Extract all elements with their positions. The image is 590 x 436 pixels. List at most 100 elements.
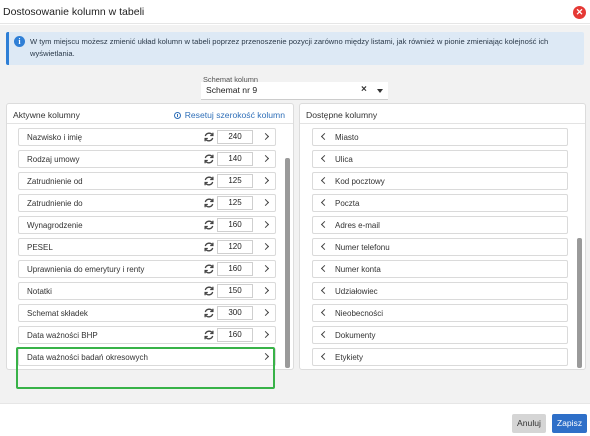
- available-columns-title: Dostępne kolumny: [306, 110, 378, 120]
- sync-width-icon[interactable]: [203, 307, 215, 319]
- available-column-row[interactable]: Numer konta: [312, 260, 568, 278]
- chevron-left-icon[interactable]: [320, 220, 329, 229]
- active-scrollbar[interactable]: [285, 158, 290, 368]
- column-width-input[interactable]: 125: [217, 174, 253, 188]
- chevron-left-icon[interactable]: [320, 308, 329, 317]
- chevron-left-icon[interactable]: [320, 264, 329, 273]
- chevron-right-icon[interactable]: [261, 330, 270, 339]
- sync-width-icon[interactable]: [203, 241, 215, 253]
- active-column-row[interactable]: Zatrudnienie do 125: [18, 194, 276, 212]
- column-width-input[interactable]: 300: [217, 306, 253, 320]
- column-width-input[interactable]: 140: [217, 152, 253, 166]
- active-column-label: Uprawnienia do emerytury i renty: [27, 265, 145, 274]
- column-width-input[interactable]: 240: [217, 130, 253, 144]
- chevron-right-icon[interactable]: [261, 132, 270, 141]
- sync-width-icon[interactable]: [203, 263, 215, 275]
- available-column-label: Nieobecności: [335, 309, 384, 318]
- chevron-left-icon[interactable]: [320, 286, 329, 295]
- active-column-label: Schemat składek: [27, 309, 88, 318]
- available-column-label: Udziałowiec: [335, 287, 378, 296]
- info-text: W tym miejscu możesz zmienić układ kolum…: [30, 37, 549, 58]
- active-column-row[interactable]: Wynagrodzenie 160: [18, 216, 276, 234]
- available-columns-panel: Dostępne kolumny Miasto Ulica Kod pocztowy…: [299, 103, 586, 370]
- chevron-left-icon[interactable]: [320, 198, 329, 207]
- active-column-row[interactable]: Rodzaj umowy 140: [18, 150, 276, 168]
- active-column-label: Zatrudnienie od: [27, 177, 83, 186]
- reset-icon: [173, 112, 181, 119]
- chevron-left-icon[interactable]: [320, 154, 329, 163]
- sync-width-icon[interactable]: [203, 175, 215, 187]
- chevron-right-icon[interactable]: [261, 264, 270, 273]
- available-column-row[interactable]: Adres e-mail: [312, 216, 568, 234]
- available-scrollbar[interactable]: [577, 238, 582, 368]
- column-width-input[interactable]: 125: [217, 196, 253, 210]
- available-column-row[interactable]: Etykiety: [312, 348, 568, 366]
- info-box: i W tym miejscu możesz zmienić układ kol…: [6, 32, 584, 65]
- chevron-left-icon[interactable]: [320, 330, 329, 339]
- chevron-right-icon[interactable]: [261, 220, 270, 229]
- chevron-left-icon[interactable]: [320, 352, 329, 361]
- column-width-input[interactable]: 160: [217, 328, 253, 342]
- reset-widths-label: Resetuj szerokość kolumn: [184, 110, 285, 120]
- available-column-label: Poczta: [335, 199, 360, 208]
- sync-width-icon[interactable]: [203, 285, 215, 297]
- chevron-right-icon[interactable]: [261, 154, 270, 163]
- available-columns-header: Dostępne kolumny: [300, 104, 585, 124]
- active-columns-header: Aktywne kolumny Resetuj szerokość kolumn: [7, 104, 293, 124]
- sync-width-icon[interactable]: [203, 153, 215, 165]
- active-column-row[interactable]: PESEL 120: [18, 238, 276, 256]
- chevron-right-icon[interactable]: [261, 198, 270, 207]
- column-width-input[interactable]: 120: [217, 240, 253, 254]
- chevron-right-icon[interactable]: [261, 242, 270, 251]
- available-column-row[interactable]: Numer telefonu: [312, 238, 568, 256]
- available-column-row[interactable]: Poczta: [312, 194, 568, 212]
- info-icon: i: [14, 36, 25, 47]
- chevron-right-icon[interactable]: [261, 286, 270, 295]
- available-column-row[interactable]: Miasto: [312, 128, 568, 146]
- chevron-right-icon[interactable]: [261, 352, 270, 361]
- available-column-row[interactable]: Dokumenty: [312, 326, 568, 344]
- chevron-right-icon[interactable]: [261, 176, 270, 185]
- dialog-footer: Anuluj Zapisz: [0, 403, 590, 436]
- available-column-row[interactable]: Udziałowiec: [312, 282, 568, 300]
- chevron-left-icon[interactable]: [320, 176, 329, 185]
- active-column-label: Nazwisko i imię: [27, 133, 83, 142]
- active-column-label: Wynagrodzenie: [27, 221, 83, 230]
- active-column-row[interactable]: Schemat składek 300: [18, 304, 276, 322]
- active-column-label: Data ważności BHP: [27, 331, 98, 340]
- chevron-left-icon[interactable]: [320, 242, 329, 251]
- active-column-row[interactable]: Data ważności BHP 160: [18, 326, 276, 344]
- active-column-row[interactable]: Data ważności badań okresowych: [18, 348, 276, 366]
- reset-widths-button[interactable]: Resetuj szerokość kolumn: [173, 110, 285, 120]
- schema-select[interactable]: Schemat nr 9 ×: [201, 82, 388, 100]
- available-column-row[interactable]: Kod pocztowy: [312, 172, 568, 190]
- sync-width-icon[interactable]: [203, 131, 215, 143]
- available-column-row[interactable]: Ulica: [312, 150, 568, 168]
- cancel-button[interactable]: Anuluj: [512, 414, 546, 433]
- available-column-row[interactable]: Nieobecności: [312, 304, 568, 322]
- active-column-row[interactable]: Zatrudnienie od 125: [18, 172, 276, 190]
- column-width-input[interactable]: 160: [217, 218, 253, 232]
- active-column-row[interactable]: Notatki 150: [18, 282, 276, 300]
- active-columns-panel: Aktywne kolumny Resetuj szerokość kolumn…: [6, 103, 294, 370]
- active-column-label: Zatrudnienie do: [27, 199, 83, 208]
- available-column-label: Miasto: [335, 133, 359, 142]
- active-column-label: Notatki: [27, 287, 52, 296]
- clear-icon[interactable]: ×: [361, 84, 367, 95]
- sync-width-icon[interactable]: [203, 197, 215, 209]
- save-button[interactable]: Zapisz: [552, 414, 587, 433]
- column-width-input[interactable]: 150: [217, 284, 253, 298]
- active-column-row[interactable]: Nazwisko i imię 240: [18, 128, 276, 146]
- column-width-input[interactable]: 160: [217, 262, 253, 276]
- sync-width-icon[interactable]: [203, 219, 215, 231]
- chevron-down-icon[interactable]: [377, 89, 383, 93]
- available-column-label: Ulica: [335, 155, 353, 164]
- available-column-label: Numer konta: [335, 265, 381, 274]
- active-column-row[interactable]: Uprawnienia do emerytury i renty 160: [18, 260, 276, 278]
- sync-width-icon[interactable]: [203, 329, 215, 341]
- chevron-right-icon[interactable]: [261, 308, 270, 317]
- active-column-label: Data ważności badań okresowych: [27, 353, 148, 362]
- close-icon[interactable]: ✕: [573, 6, 586, 19]
- active-columns-title: Aktywne kolumny: [13, 110, 80, 120]
- chevron-left-icon[interactable]: [320, 132, 329, 141]
